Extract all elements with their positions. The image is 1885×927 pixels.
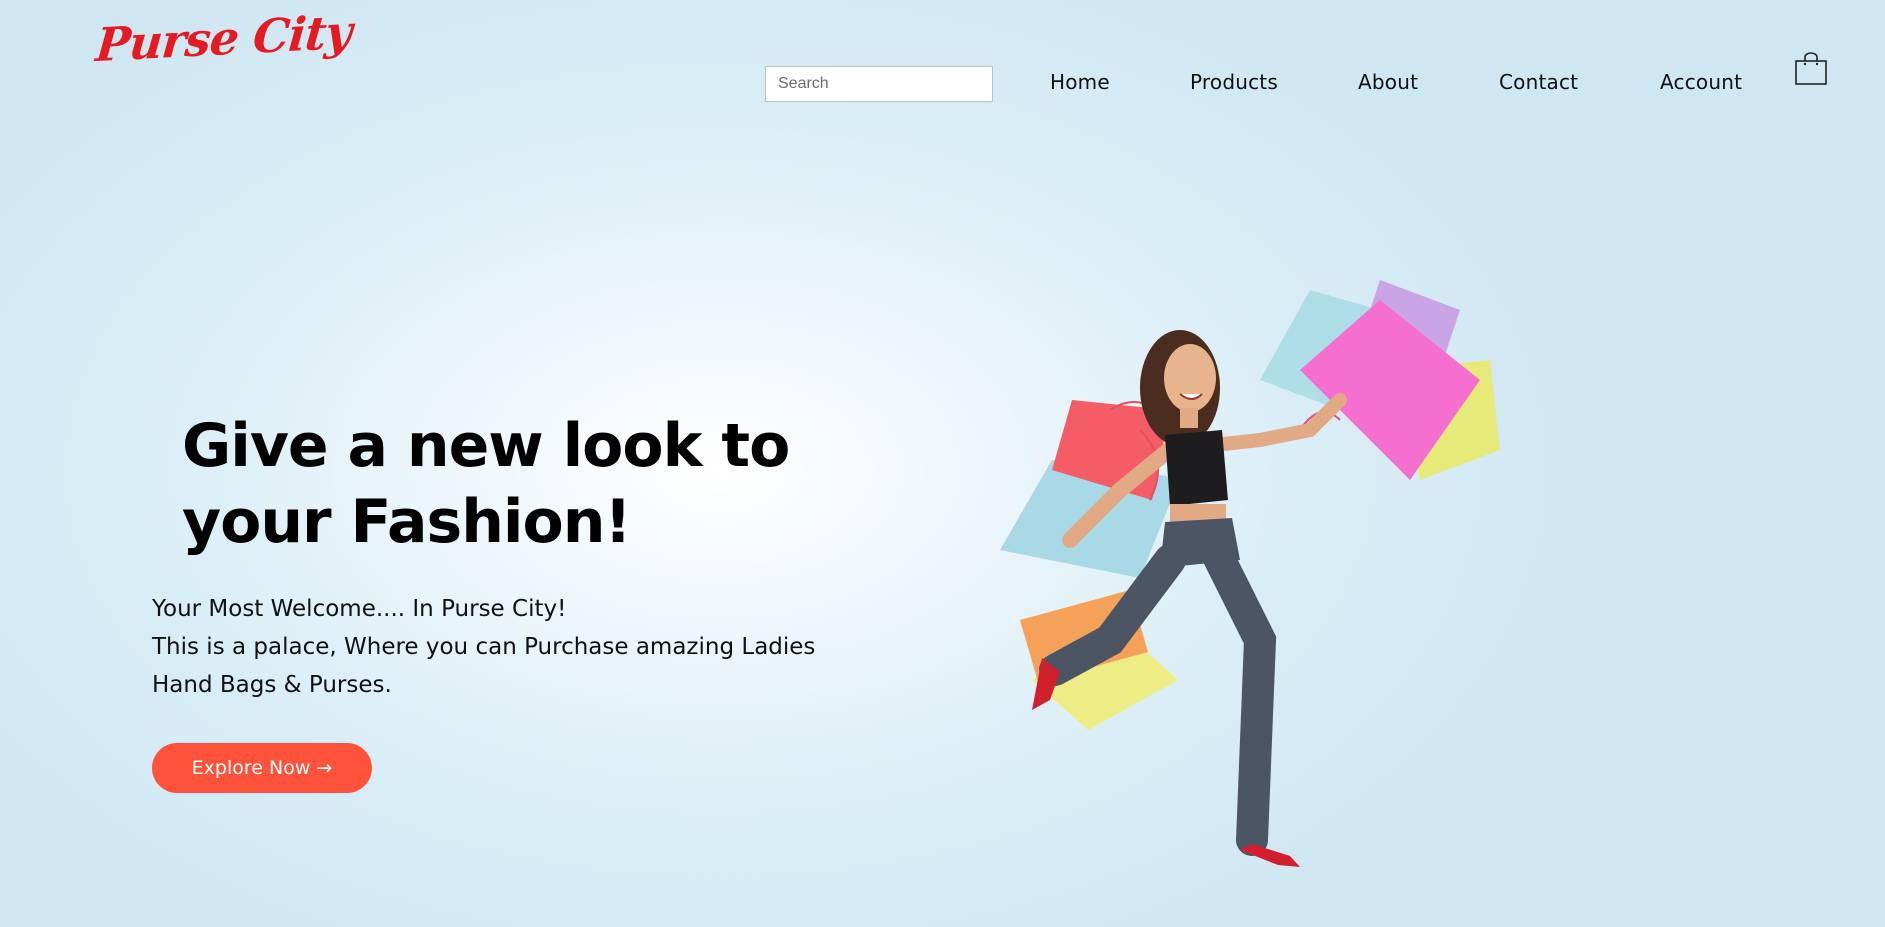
- brand-logo[interactable]: Purse City: [94, 4, 354, 72]
- nav-about[interactable]: About: [1358, 70, 1418, 94]
- hero-text-line-1: Your Most Welcome.... In Purse City!: [152, 596, 567, 622]
- nav-account[interactable]: Account: [1660, 70, 1742, 94]
- hero-title-line-1: Give a new look to: [182, 411, 790, 481]
- hero-text-line-3: Hand Bags & Purses.: [152, 672, 392, 698]
- nav-contact[interactable]: Contact: [1499, 70, 1578, 94]
- hero-text-line-2: This is a palace, Where you can Purchase…: [152, 634, 816, 660]
- main-nav: Home Products About Contact Account: [0, 70, 1885, 98]
- nav-products[interactable]: Products: [1190, 70, 1278, 94]
- hero-title: Give a new look to your Fashion!: [182, 408, 842, 560]
- hero-title-line-2: your Fashion!: [182, 487, 632, 557]
- right-shopping-bags: [1260, 280, 1500, 480]
- nav-home[interactable]: Home: [1050, 70, 1110, 94]
- shopping-bag-icon[interactable]: [1794, 52, 1828, 86]
- explore-now-button[interactable]: Explore Now →: [152, 743, 372, 793]
- hero-description: Your Most Welcome.... In Purse City! Thi…: [152, 590, 912, 704]
- hero-image: [960, 260, 1720, 927]
